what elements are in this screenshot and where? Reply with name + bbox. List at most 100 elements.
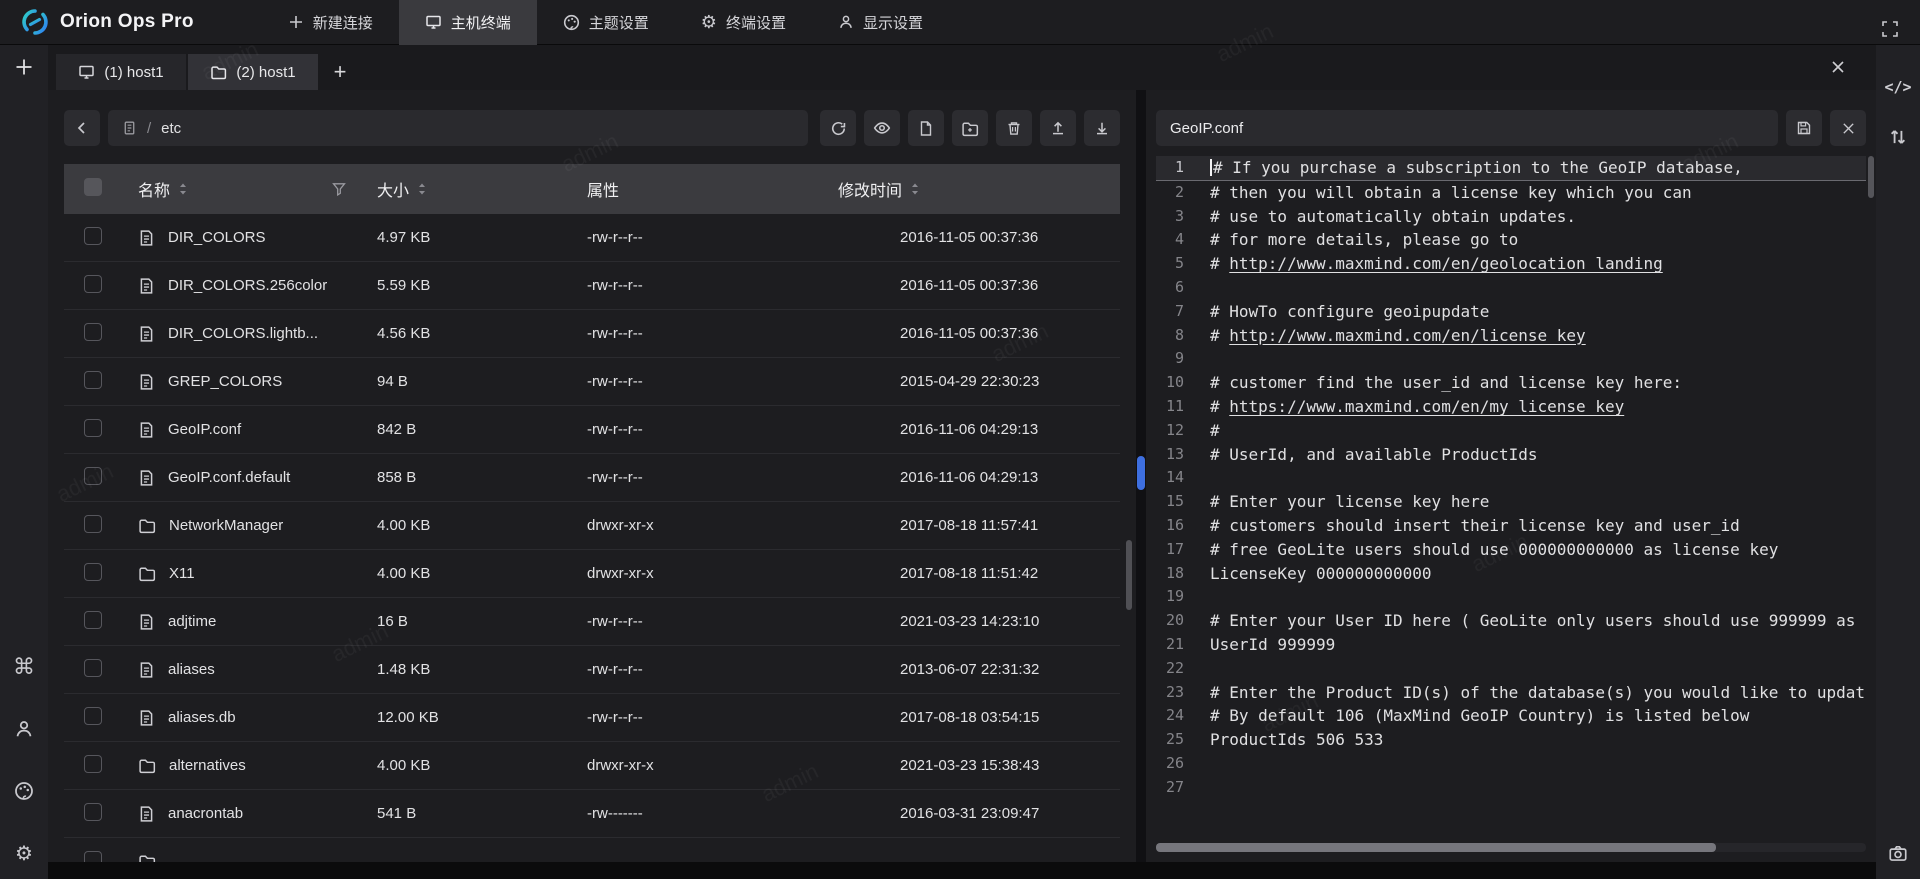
code-line[interactable]: 2# then you will obtain a license key wh… bbox=[1156, 181, 1866, 205]
table-row[interactable] bbox=[64, 838, 1120, 862]
sort-carets-icon[interactable] bbox=[178, 182, 188, 196]
table-row[interactable]: aliases.db12.00 KB-rw-r--r--2017-08-18 0… bbox=[64, 694, 1120, 742]
editor-vertical-scrollbar[interactable] bbox=[1868, 156, 1874, 198]
filename-input[interactable]: GeoIP.conf bbox=[1156, 110, 1778, 146]
menu-host-terminal[interactable]: 主机终端 bbox=[399, 0, 537, 45]
row-checkbox[interactable] bbox=[84, 707, 102, 725]
code-line[interactable]: 6 bbox=[1156, 276, 1866, 300]
panel-splitter[interactable] bbox=[1136, 90, 1146, 862]
code-line[interactable]: 27 bbox=[1156, 776, 1866, 800]
table-row[interactable]: anacrontab541 B-rw-------2016-03-31 23:0… bbox=[64, 790, 1120, 838]
upload-button[interactable] bbox=[1040, 110, 1076, 146]
row-checkbox[interactable] bbox=[84, 371, 102, 389]
row-checkbox[interactable] bbox=[84, 227, 102, 245]
table-row[interactable]: GeoIP.conf.default858 B-rw-r--r--2016-11… bbox=[64, 454, 1120, 502]
file-name[interactable]: X11 bbox=[169, 565, 195, 582]
file-list-scrollbar[interactable] bbox=[1126, 540, 1132, 610]
table-row[interactable]: NetworkManager4.00 KBdrwxr-xr-x2017-08-1… bbox=[64, 502, 1120, 550]
table-row[interactable]: aliases1.48 KB-rw-r--r--2013-06-07 22:31… bbox=[64, 646, 1120, 694]
tab-host1-terminal[interactable]: (1) host1 bbox=[56, 54, 186, 90]
table-row[interactable]: alternatives4.00 KBdrwxr-xr-x2021-03-23 … bbox=[64, 742, 1120, 790]
close-panel-button[interactable] bbox=[1830, 57, 1850, 77]
settings-button[interactable]: ⚙ bbox=[8, 837, 40, 869]
code-line[interactable]: 7# HowTo configure geoipupdate bbox=[1156, 300, 1866, 324]
table-row[interactable]: DIR_COLORS.256color5.59 KB-rw-r--r--2016… bbox=[64, 262, 1120, 310]
link-text[interactable]: http://www.maxmind.com/en/geolocation_la… bbox=[1229, 254, 1662, 273]
tab-host1-files[interactable]: (2) host1 bbox=[188, 54, 318, 90]
code-view-button[interactable]: </> bbox=[1882, 71, 1914, 103]
code-line[interactable]: 24# By default 106 (MaxMind GeoIP Countr… bbox=[1156, 704, 1866, 728]
row-checkbox[interactable] bbox=[84, 803, 102, 821]
row-checkbox[interactable] bbox=[84, 323, 102, 341]
row-checkbox[interactable] bbox=[84, 467, 102, 485]
back-button[interactable] bbox=[64, 110, 100, 146]
code-line[interactable]: 3# use to automatically obtain updates. bbox=[1156, 205, 1866, 229]
table-row[interactable]: adjtime16 B-rw-r--r--2021-03-23 14:23:10 bbox=[64, 598, 1120, 646]
file-name[interactable]: DIR_COLORS bbox=[168, 229, 266, 246]
scrollbar-thumb[interactable] bbox=[1156, 843, 1716, 852]
command-shortcuts-button[interactable]: ⌘ bbox=[8, 651, 40, 683]
row-checkbox[interactable] bbox=[84, 515, 102, 533]
menu-display-settings[interactable]: 显示设置 bbox=[812, 0, 949, 45]
code-editor[interactable]: 1# If you purchase a subscription to the… bbox=[1156, 156, 1866, 846]
add-connection-button[interactable] bbox=[8, 51, 40, 83]
code-line[interactable]: 19 bbox=[1156, 585, 1866, 609]
editor-horizontal-scrollbar[interactable] bbox=[1156, 843, 1866, 852]
code-line[interactable]: 4# for more details, please go to bbox=[1156, 228, 1866, 252]
code-line[interactable]: 11# https://www.maxmind.com/en/my_licens… bbox=[1156, 395, 1866, 419]
code-line[interactable]: 10# customer find the user_id and licens… bbox=[1156, 371, 1866, 395]
new-tab-button[interactable]: + bbox=[320, 54, 360, 90]
select-all-checkbox[interactable] bbox=[84, 178, 102, 196]
table-row[interactable]: GREP_COLORS94 B-rw-r--r--2015-04-29 22:3… bbox=[64, 358, 1120, 406]
column-header-size[interactable]: 大小 bbox=[377, 177, 409, 201]
download-button[interactable] bbox=[1084, 110, 1120, 146]
row-checkbox[interactable] bbox=[84, 659, 102, 677]
theme-button[interactable] bbox=[8, 775, 40, 807]
file-name[interactable]: DIR_COLORS.lightb... bbox=[168, 325, 318, 342]
close-editor-button[interactable] bbox=[1830, 110, 1866, 146]
code-line[interactable]: 13# UserId, and available ProductIds bbox=[1156, 443, 1866, 467]
row-checkbox[interactable] bbox=[84, 611, 102, 629]
path-segment[interactable]: etc bbox=[161, 120, 181, 137]
file-name[interactable]: anacrontab bbox=[168, 805, 243, 822]
filter-funnel-icon[interactable] bbox=[332, 182, 346, 196]
menu-theme-settings[interactable]: 主题设置 bbox=[537, 0, 675, 45]
table-row[interactable]: DIR_COLORS4.97 KB-rw-r--r--2016-11-05 00… bbox=[64, 214, 1120, 262]
code-line[interactable]: 15# Enter your license key here bbox=[1156, 490, 1866, 514]
code-line[interactable]: 12# bbox=[1156, 419, 1866, 443]
new-file-button[interactable] bbox=[908, 110, 944, 146]
table-row[interactable]: X114.00 KBdrwxr-xr-x2017-08-18 11:51:42 bbox=[64, 550, 1120, 598]
sort-carets-icon[interactable] bbox=[417, 182, 427, 196]
sort-carets-icon[interactable] bbox=[910, 182, 920, 196]
table-row[interactable]: DIR_COLORS.lightb...4.56 KB-rw-r--r--201… bbox=[64, 310, 1120, 358]
column-header-name[interactable]: 名称 bbox=[138, 177, 170, 201]
preview-button[interactable] bbox=[864, 110, 900, 146]
row-checkbox[interactable] bbox=[84, 419, 102, 437]
file-name[interactable]: aliases bbox=[168, 661, 215, 678]
code-line[interactable]: 5# http://www.maxmind.com/en/geolocation… bbox=[1156, 252, 1866, 276]
table-row[interactable]: GeoIP.conf842 B-rw-r--r--2016-11-06 04:2… bbox=[64, 406, 1120, 454]
splitter-grip[interactable] bbox=[1137, 456, 1145, 490]
link-text[interactable]: https://www.maxmind.com/en/my_license_ke… bbox=[1229, 397, 1624, 416]
code-line[interactable]: 14 bbox=[1156, 466, 1866, 490]
row-checkbox[interactable] bbox=[84, 563, 102, 581]
new-folder-button[interactable] bbox=[952, 110, 988, 146]
users-button[interactable] bbox=[8, 713, 40, 745]
sort-order-button[interactable] bbox=[1882, 121, 1914, 153]
file-name[interactable]: GeoIP.conf bbox=[168, 421, 241, 438]
code-line[interactable]: 1# If you purchase a subscription to the… bbox=[1156, 156, 1866, 181]
fullscreen-button[interactable] bbox=[1874, 13, 1906, 45]
code-line[interactable]: 20# Enter your User ID here ( GeoLite on… bbox=[1156, 609, 1866, 633]
file-name[interactable]: DIR_COLORS.256color bbox=[168, 277, 327, 294]
file-name[interactable]: GREP_COLORS bbox=[168, 373, 282, 390]
code-line[interactable]: 26 bbox=[1156, 752, 1866, 776]
row-checkbox[interactable] bbox=[84, 275, 102, 293]
code-line[interactable]: 9 bbox=[1156, 347, 1866, 371]
code-line[interactable]: 17# free GeoLite users should use 000000… bbox=[1156, 538, 1866, 562]
code-line[interactable]: 8# http://www.maxmind.com/en/license_key bbox=[1156, 324, 1866, 348]
file-name[interactable]: alternatives bbox=[169, 757, 246, 774]
code-line[interactable]: 25ProductIds 506 533 bbox=[1156, 728, 1866, 752]
code-line[interactable]: 21UserId 999999 bbox=[1156, 633, 1866, 657]
menu-terminal-settings[interactable]: ⚙ 终端设置 bbox=[675, 0, 812, 45]
menu-new-connection[interactable]: 新建连接 bbox=[262, 0, 399, 45]
